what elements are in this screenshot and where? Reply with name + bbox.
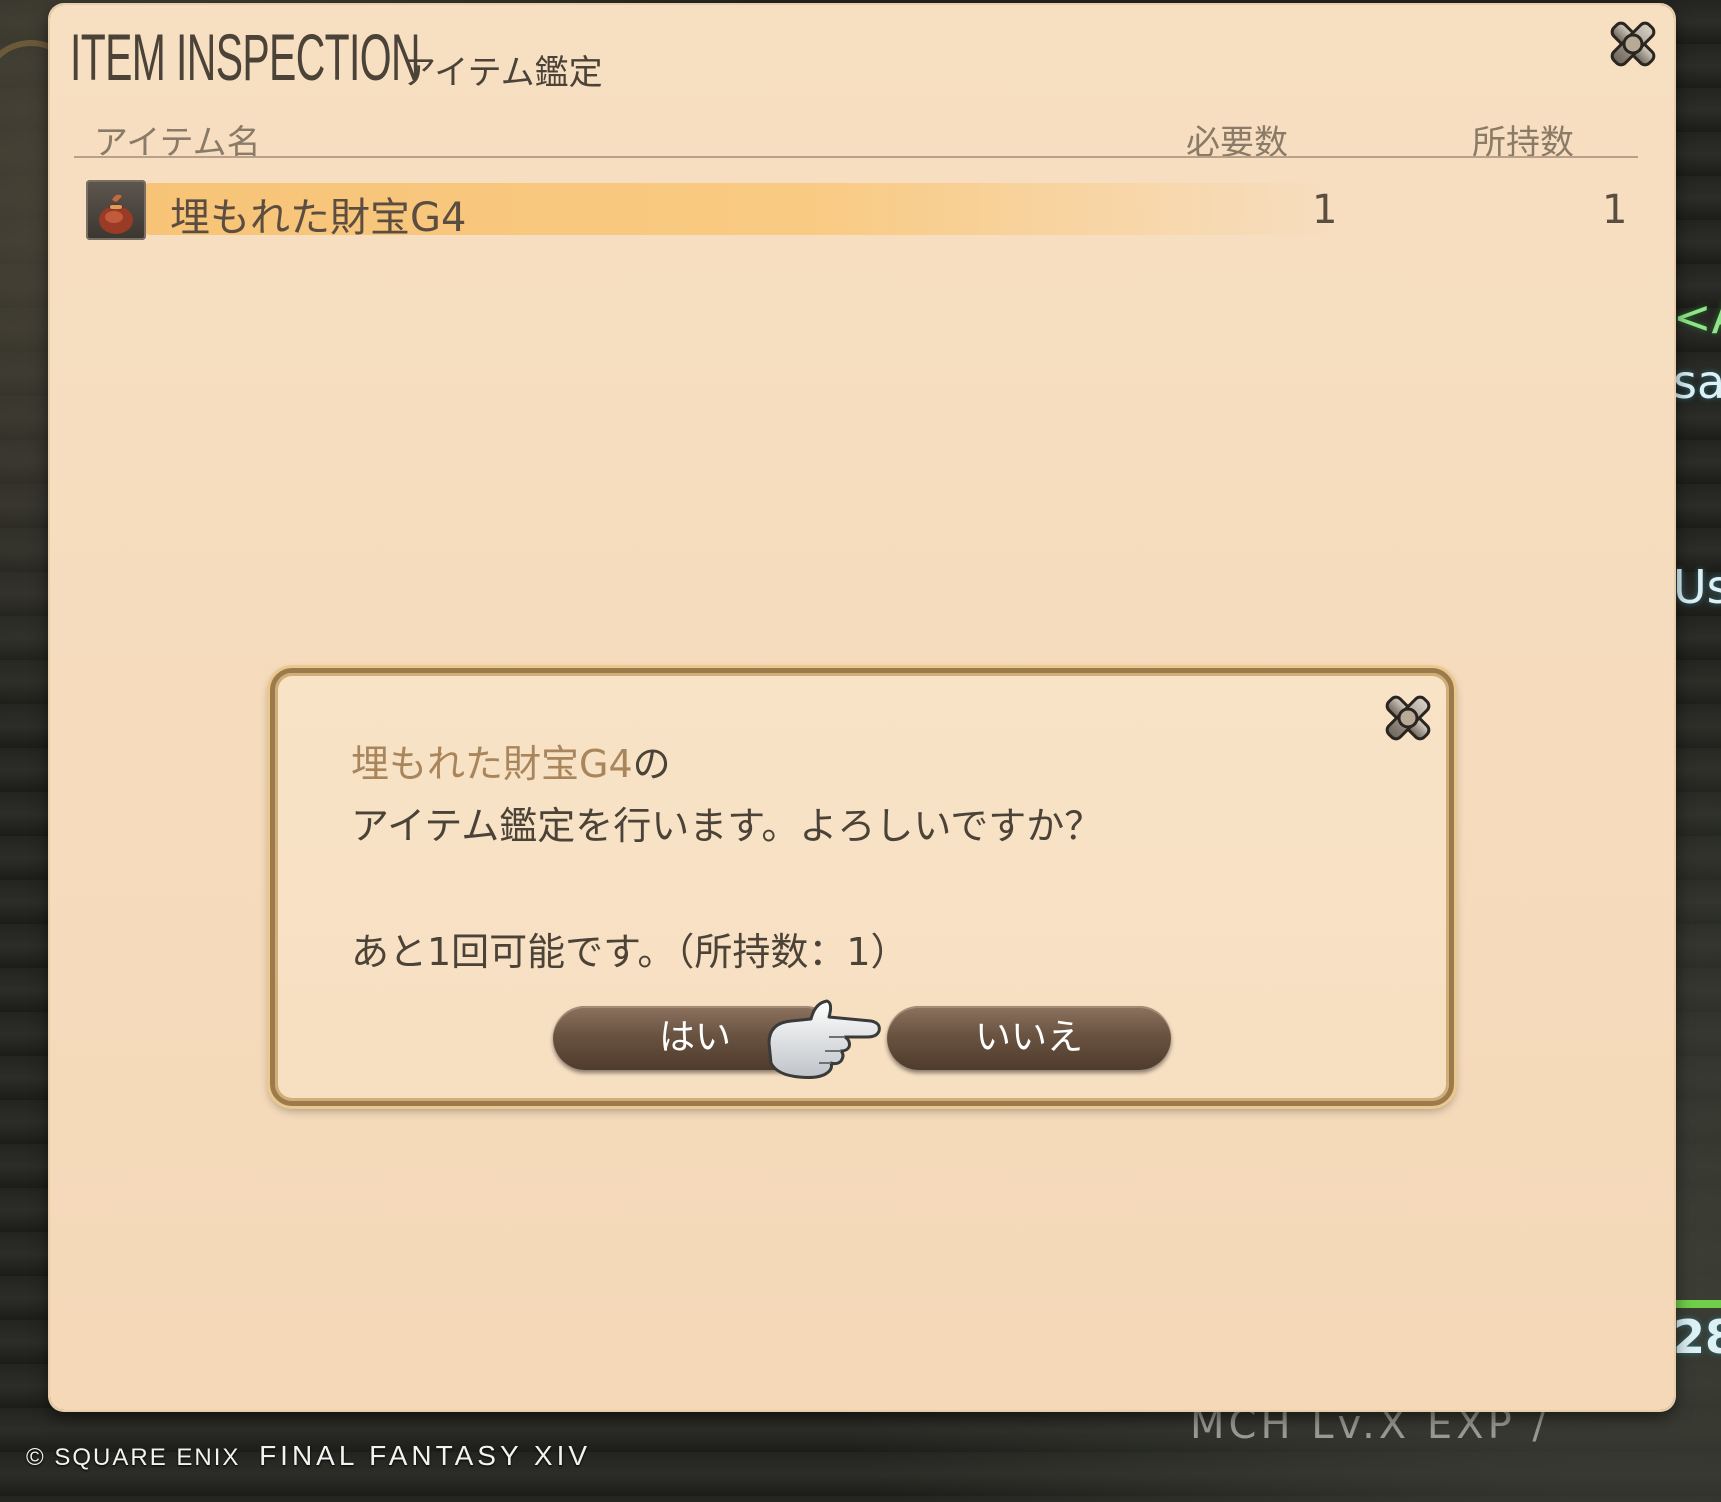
copyright-footer: © SQUARE ENIX FINAL FANTASY XIV	[26, 1440, 591, 1472]
item-name: 埋もれた財宝G4	[170, 195, 467, 241]
dialog-line-1-suffix: の	[632, 742, 671, 786]
background-text-1: <A	[1673, 290, 1721, 344]
no-button[interactable]: いいえ	[887, 1006, 1171, 1070]
window-subtitle: アイテム鑑定	[402, 53, 603, 93]
table-row[interactable]: 埋もれた財宝G4 1 1	[86, 177, 1628, 243]
dialog-question: アイテム鑑定を行います。よろしいですか？	[351, 804, 1103, 848]
dialog-remaining-info: あと1回可能です。（所持数：1）	[351, 930, 909, 974]
dialog-item-name: 埋もれた財宝G4	[351, 742, 633, 786]
background-text-3: Us	[1673, 560, 1721, 614]
confirm-dialog: 埋もれた財宝G4の アイテム鑑定を行います。よろしいですか？ あと1回可能です。…	[270, 668, 1454, 1106]
header-divider	[74, 156, 1638, 158]
item-required-count: 1	[1312, 187, 1338, 233]
dialog-close-icon[interactable]	[1377, 687, 1439, 749]
treasure-bag-icon	[86, 180, 146, 240]
copyright-text: © SQUARE ENIX	[26, 1444, 241, 1471]
window-close-icon[interactable]	[1602, 13, 1664, 75]
game-title-logo: FINAL FANTASY XIV	[259, 1440, 592, 1471]
background-text-2: sa	[1673, 355, 1721, 409]
background-gauge	[1673, 1300, 1721, 1308]
dialog-line-1: 埋もれた財宝G4の	[351, 733, 671, 788]
window-title: ITEM INSPECTION	[70, 20, 421, 94]
background-text-4: 28	[1673, 1310, 1721, 1364]
item-owned-count: 1	[1602, 187, 1628, 233]
hand-cursor-icon	[759, 993, 889, 1089]
